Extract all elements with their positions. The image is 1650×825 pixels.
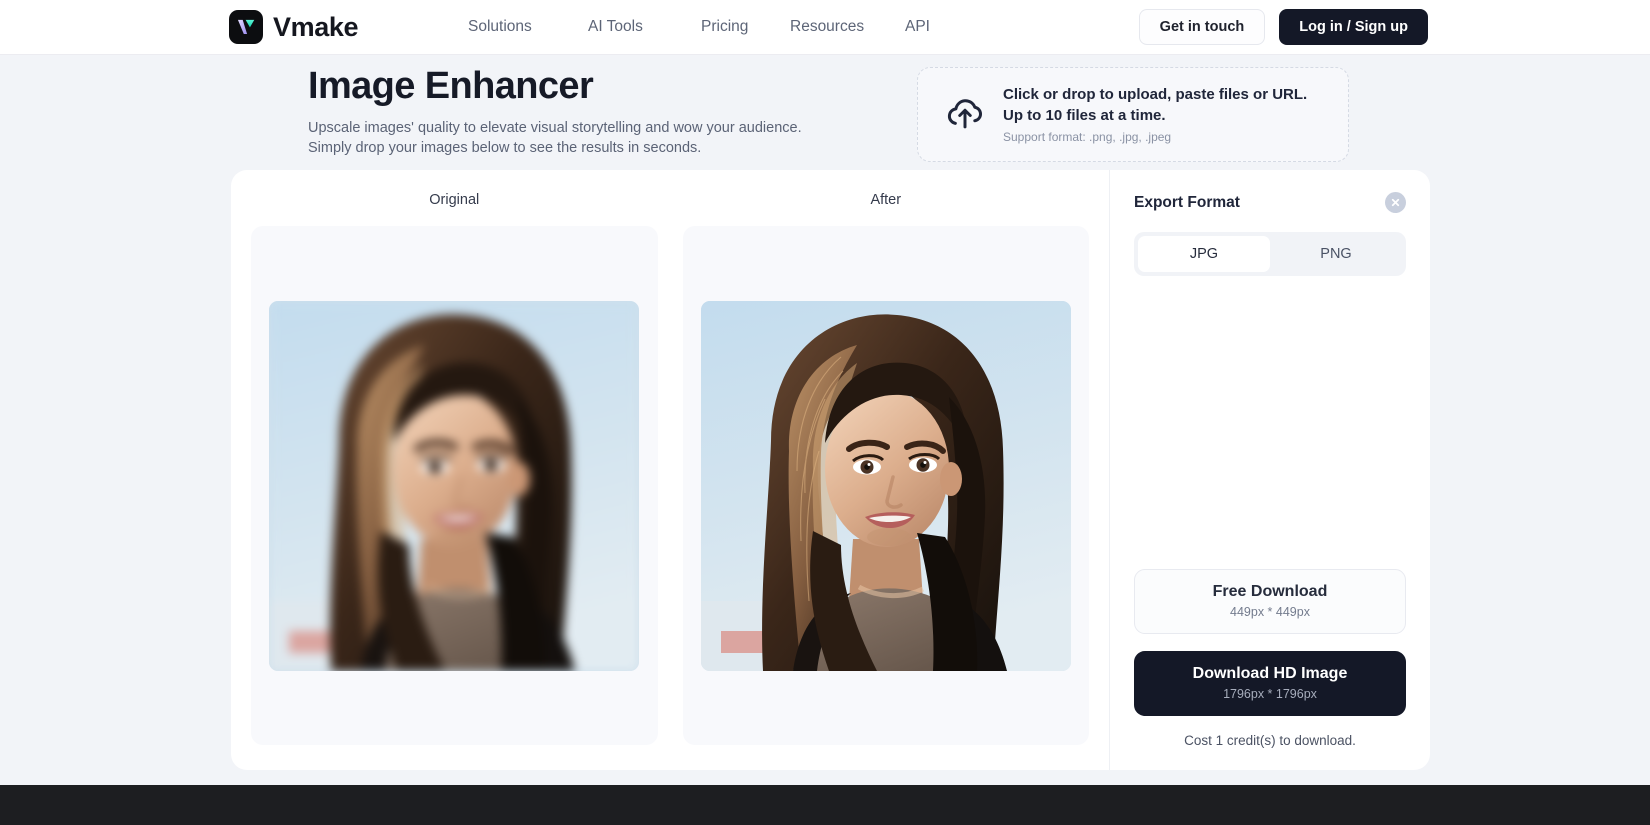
cloud-upload-icon xyxy=(944,91,986,138)
export-format-toggle: JPG PNG xyxy=(1134,232,1406,276)
page-subtitle-line1: Upscale images' quality to elevate visua… xyxy=(308,118,802,139)
credit-cost-note: Cost 1 credit(s) to download. xyxy=(1134,733,1406,748)
export-panel-header: Export Format xyxy=(1134,192,1406,213)
nav-item-pricing[interactable]: Pricing xyxy=(701,12,790,42)
original-image-box[interactable] xyxy=(251,226,658,745)
nav-item-ai-tools[interactable]: AI Tools xyxy=(588,12,701,42)
editor-card: Original xyxy=(231,170,1430,770)
after-image-content xyxy=(701,301,1071,671)
preview-area: Original xyxy=(231,170,1109,770)
brand-name: Vmake xyxy=(273,12,358,43)
original-label: Original xyxy=(251,192,658,208)
vmake-logo-icon xyxy=(229,10,263,44)
download-hd-button[interactable]: Download HD Image 1796px * 1796px xyxy=(1134,651,1406,716)
main-nav: Solutions AI Tools Pricing Resources API xyxy=(468,12,930,42)
nav-item-solutions[interactable]: Solutions xyxy=(468,12,588,42)
after-image[interactable] xyxy=(701,301,1071,671)
close-icon[interactable] xyxy=(1385,192,1406,213)
nav-item-resources[interactable]: Resources xyxy=(790,12,905,42)
export-panel: Export Format JPG PNG Free Download 449p… xyxy=(1109,170,1430,770)
download-hd-label: Download HD Image xyxy=(1134,665,1406,683)
after-pane: After xyxy=(683,192,1090,770)
dropzone-line2: Up to 10 files at a time. xyxy=(1003,106,1307,127)
hero-text: Image Enhancer Upscale images' quality t… xyxy=(308,65,802,159)
panel-spacer xyxy=(1134,276,1406,569)
hero-section: Image Enhancer Upscale images' quality t… xyxy=(0,55,1650,170)
page-title: Image Enhancer xyxy=(308,65,802,109)
page-subtitle: Upscale images' quality to elevate visua… xyxy=(308,118,802,159)
login-signup-button[interactable]: Log in / Sign up xyxy=(1279,9,1428,45)
after-image-box[interactable] xyxy=(683,226,1090,745)
dropzone-support-formats: Support format: .png, .jpg, .jpeg xyxy=(1003,130,1307,144)
nav-item-api[interactable]: API xyxy=(905,12,930,42)
original-image-content xyxy=(269,301,639,671)
dropzone-line1: Click or drop to upload, paste files or … xyxy=(1003,85,1307,106)
free-download-label: Free Download xyxy=(1135,583,1405,601)
page-footer xyxy=(0,785,1650,825)
after-label: After xyxy=(683,192,1090,208)
format-option-png[interactable]: PNG xyxy=(1270,236,1402,272)
header-actions: Get in touch Log in / Sign up xyxy=(1139,9,1428,45)
brand-logo[interactable]: Vmake xyxy=(229,10,358,44)
free-download-button[interactable]: Free Download 449px * 449px xyxy=(1134,569,1406,634)
original-pane: Original xyxy=(251,192,658,770)
dropzone-text: Click or drop to upload, paste files or … xyxy=(1003,85,1307,144)
free-download-resolution: 449px * 449px xyxy=(1135,605,1405,619)
original-image[interactable] xyxy=(269,301,639,671)
upload-dropzone[interactable]: Click or drop to upload, paste files or … xyxy=(917,67,1349,162)
site-header: Vmake Solutions AI Tools Pricing Resourc… xyxy=(0,0,1650,55)
download-hd-resolution: 1796px * 1796px xyxy=(1134,687,1406,701)
export-format-title: Export Format xyxy=(1134,194,1240,212)
format-option-jpg[interactable]: JPG xyxy=(1138,236,1270,272)
get-in-touch-button[interactable]: Get in touch xyxy=(1139,9,1266,45)
page-subtitle-line2: Simply drop your images below to see the… xyxy=(308,138,802,159)
